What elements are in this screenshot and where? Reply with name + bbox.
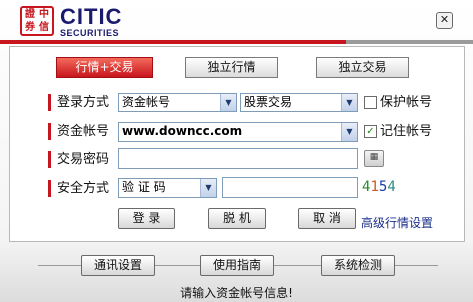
close-icon: ✕: [439, 13, 450, 26]
tab-quote-and-trade[interactable]: 行情+交易: [56, 57, 153, 78]
chevron-down-icon: ▼: [200, 179, 216, 197]
logo-glyph: 券: [25, 22, 35, 33]
trade-mode-select[interactable]: 股票交易 ▼: [240, 93, 358, 112]
logo-glyph: 中: [39, 9, 49, 20]
password-label: 交易密码: [48, 151, 109, 168]
offline-button[interactable]: 脱 机: [208, 208, 266, 229]
protect-account-label: 保护帐号: [380, 95, 433, 110]
citic-logo-icon: 證中券信: [20, 6, 54, 36]
keyboard-icon[interactable]: ▦: [364, 150, 384, 167]
security-method-label: 安全方式: [48, 180, 109, 197]
security-method-select[interactable]: 验 证 码 ▼: [118, 178, 217, 198]
cancel-button[interactable]: 取 消: [298, 208, 356, 229]
user-guide-button[interactable]: 使用指南: [200, 255, 274, 276]
brand-title: CITIC: [60, 4, 123, 29]
chevron-down-icon: ▼: [341, 94, 357, 111]
remember-account-label: 记住帐号: [380, 124, 433, 139]
account-label: 资金帐号: [48, 123, 109, 140]
security-method-value: 验 证 码: [122, 180, 166, 194]
close-button[interactable]: ✕: [436, 12, 453, 29]
header-divider: [0, 40, 473, 44]
account-value: www.downcc.com: [122, 124, 243, 138]
captcha-digit: 1: [370, 179, 379, 195]
account-input[interactable]: www.downcc.com ▼: [118, 122, 358, 142]
account-type-select[interactable]: 资金帐号 ▼: [118, 93, 237, 112]
captcha-digit: 4: [387, 179, 396, 195]
chevron-down-icon: ▼: [341, 123, 357, 141]
login-button[interactable]: 登 录: [118, 208, 175, 229]
chevron-down-icon: ▼: [220, 94, 236, 111]
tab-quote-only[interactable]: 独立行情: [185, 57, 278, 78]
brand-subtitle: SECURITIES: [60, 28, 120, 38]
login-method-label: 登录方式: [48, 94, 109, 111]
brand-name: CITIC SECURITIES: [60, 4, 123, 39]
account-type-value: 资金帐号: [122, 95, 171, 109]
login-window: 證中券信 CITIC SECURITIES ✕ 行情+交易 独立行情 独立交易 …: [0, 0, 473, 302]
protect-account-checkbox[interactable]: [364, 96, 377, 109]
status-message: 请输入资金帐号信息!: [180, 286, 293, 300]
logo-glyph: 證: [25, 9, 35, 20]
checkmark-icon: ✓: [366, 126, 375, 137]
remember-account-checkbox[interactable]: ✓: [364, 125, 377, 138]
trade-mode-value: 股票交易: [244, 95, 293, 109]
advanced-quote-settings-link[interactable]: 高级行情设置: [361, 214, 433, 231]
password-input[interactable]: [118, 148, 358, 169]
logo-glyph: 信: [39, 22, 49, 33]
system-check-button[interactable]: 系统检测: [321, 255, 395, 276]
captcha-input[interactable]: [222, 177, 358, 198]
captcha-image[interactable]: 4154: [362, 178, 396, 197]
comm-settings-button[interactable]: 通讯设置: [81, 255, 155, 276]
keyboard-glyph: ▦: [369, 152, 379, 162]
tab-trade-only[interactable]: 独立交易: [316, 57, 409, 78]
